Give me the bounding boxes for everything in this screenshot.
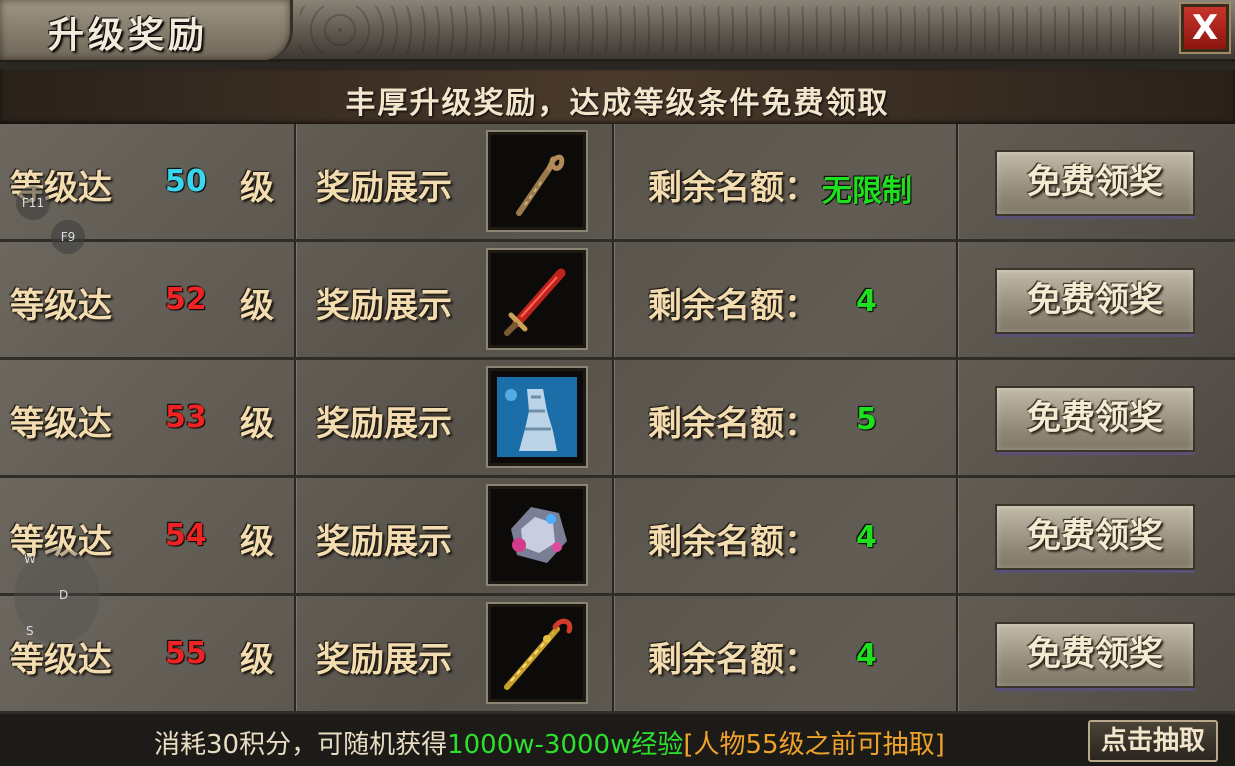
blue-tower-icon [497, 377, 577, 457]
remaining-quota-value: 4 [856, 284, 877, 319]
claim-reward-button[interactable]: 免费领奖 [995, 150, 1195, 216]
claim-reward-button[interactable]: 免费领奖 [995, 622, 1195, 688]
reward-item-slot[interactable] [488, 132, 586, 230]
level-label: 等级达 [10, 286, 112, 326]
level-label: 等级达 [10, 404, 112, 444]
remaining-quota-label: 剩余名额： [648, 168, 818, 208]
level-suffix: 级 [240, 286, 274, 326]
level-suffix: 级 [240, 640, 274, 680]
reward-row: 等级达 50 级 奖励展示 剩余名额： 无限制 免费领奖 [0, 124, 1235, 242]
lottery-condition-text: [人物55级之前可抽取] [683, 730, 945, 760]
reward-row: 等级达 54 级 奖励展示 剩余名额： 4 免费领奖 [0, 478, 1235, 596]
reward-item-slot[interactable] [488, 486, 586, 584]
level-value: 50 [165, 164, 207, 199]
remaining-quota-label: 剩余名额： [648, 286, 818, 326]
remaining-quota-label: 剩余名额： [648, 522, 818, 562]
header-ornament [300, 6, 1165, 54]
remaining-quota-value: 4 [856, 638, 877, 673]
reward-display-label: 奖励展示 [316, 286, 452, 326]
remaining-quota-label: 剩余名额： [648, 640, 818, 680]
hotkey-f11-button[interactable]: F11 [16, 186, 50, 220]
close-button[interactable]: X [1181, 4, 1229, 52]
remaining-quota-value: 4 [856, 520, 877, 555]
level-suffix: 级 [240, 404, 274, 444]
claim-reward-button[interactable]: 免费领奖 [995, 504, 1195, 570]
reward-list: 等级达 50 级 奖励展示 剩余名额： 无限制 免费领奖 等级达 52 级 奖励… [0, 124, 1235, 714]
hotkey-f9-button[interactable]: F9 [51, 220, 85, 254]
reward-item-slot[interactable] [488, 250, 586, 348]
remaining-quota-value: 无限制 [822, 174, 912, 209]
golden-staff-icon [504, 618, 573, 690]
level-value: 52 [165, 282, 207, 317]
level-value: 54 [165, 518, 207, 553]
joypad-w-key: W [24, 552, 36, 566]
title-plate: 升级奖励 [0, 0, 293, 60]
reward-row: 等级达 55 级 奖励展示 剩余名额： 4 免费领奖 [0, 596, 1235, 714]
wooden-staff-icon [516, 154, 565, 216]
gem-ore-icon [511, 507, 567, 563]
subtitle: 丰厚升级奖励，达成等级条件免费领取 [345, 86, 890, 121]
level-value: 53 [165, 400, 207, 435]
claim-reward-button[interactable]: 免费领奖 [995, 268, 1195, 334]
level-value: 55 [165, 636, 207, 671]
lottery-description: 消耗30积分，可随机获得1000w-3000w经验[人物55级之前可抽取] [154, 724, 945, 761]
footer-bar: 消耗30积分，可随机获得1000w-3000w经验[人物55级之前可抽取] 点击… [0, 714, 1235, 766]
red-sword-icon [504, 268, 566, 336]
lottery-reward-text: 1000w-3000w经验 [447, 730, 684, 760]
reward-display-label: 奖励展示 [316, 522, 452, 562]
draw-button[interactable]: 点击抽取 [1088, 720, 1218, 762]
remaining-quota-label: 剩余名额： [648, 404, 818, 444]
claim-reward-button[interactable]: 免费领奖 [995, 386, 1195, 452]
window-header: 升级奖励 X [0, 0, 1235, 62]
lottery-cost-text: 消耗30积分，可随机获得 [154, 730, 448, 760]
level-suffix: 级 [240, 168, 274, 208]
remaining-quota-value: 5 [856, 402, 877, 437]
reward-item-slot[interactable] [488, 604, 586, 702]
reward-row: 等级达 53 级 奖励展示 剩余名额： 5 免费领奖 [0, 360, 1235, 478]
joypad-d-key: D [59, 588, 69, 602]
reward-display-label: 奖励展示 [316, 168, 452, 208]
window-title: 升级奖励 [48, 15, 209, 56]
virtual-joypad[interactable]: W D S [14, 548, 100, 644]
reward-item-slot[interactable] [488, 368, 586, 466]
level-suffix: 级 [240, 522, 274, 562]
reward-display-label: 奖励展示 [316, 640, 452, 680]
reward-display-label: 奖励展示 [316, 404, 452, 444]
joypad-s-key: S [26, 624, 34, 638]
reward-row: 等级达 52 级 奖励展示 剩余名额： 4 免费领奖 [0, 242, 1235, 360]
subtitle-bar: 丰厚升级奖励，达成等级条件免费领取 [0, 70, 1235, 124]
